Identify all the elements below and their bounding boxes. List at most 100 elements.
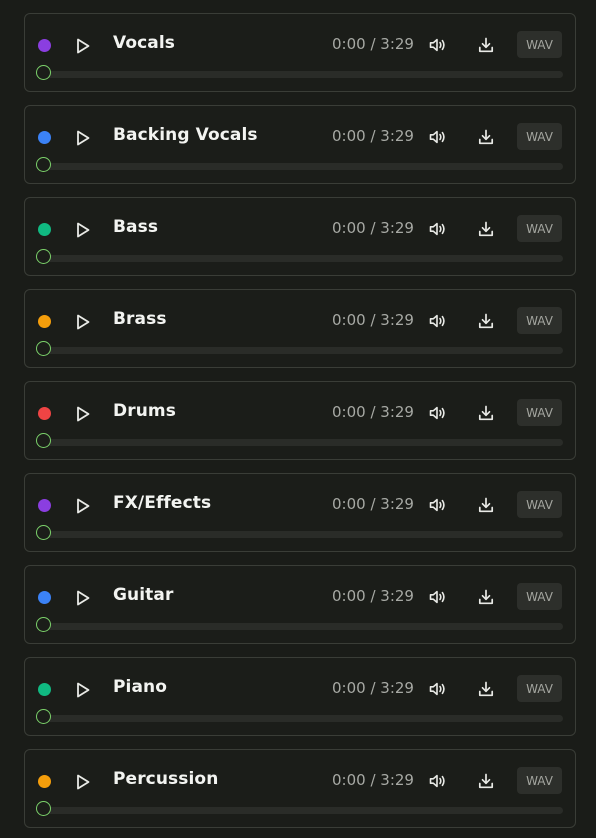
download-icon xyxy=(478,129,494,145)
progress-slider[interactable] xyxy=(36,433,563,448)
time-display: 0:00 / 3:29 xyxy=(332,403,414,421)
play-icon xyxy=(77,314,90,330)
play-button[interactable] xyxy=(74,36,92,56)
play-icon xyxy=(77,130,90,146)
stem-name: Bass xyxy=(113,217,159,237)
format-badge[interactable]: WAV xyxy=(517,583,562,610)
volume-icon xyxy=(429,406,445,420)
download-icon xyxy=(478,773,494,789)
format-badge[interactable]: WAV xyxy=(517,215,562,242)
format-badge[interactable]: WAV xyxy=(517,307,562,334)
stem-color-dot xyxy=(38,315,51,328)
format-badge[interactable]: WAV xyxy=(517,31,562,58)
download-button[interactable] xyxy=(476,311,496,331)
progress-slider[interactable] xyxy=(36,617,563,632)
format-badge[interactable]: WAV xyxy=(517,123,562,150)
progress-thumb[interactable] xyxy=(36,709,51,724)
progress-thumb[interactable] xyxy=(36,801,51,816)
stem-name: Brass xyxy=(113,309,167,329)
download-button[interactable] xyxy=(476,403,496,423)
progress-slider[interactable] xyxy=(36,801,563,816)
play-button[interactable] xyxy=(74,588,92,608)
volume-icon xyxy=(429,314,445,328)
play-icon xyxy=(77,38,90,54)
play-button[interactable] xyxy=(74,496,92,516)
download-button[interactable] xyxy=(476,127,496,147)
play-icon xyxy=(77,774,90,790)
progress-slider[interactable] xyxy=(36,157,563,172)
stem-track: Backing Vocals 0:00 / 3:29 WAV xyxy=(24,105,576,184)
progress-slider[interactable] xyxy=(36,249,563,264)
stem-color-dot xyxy=(38,683,51,696)
time-display: 0:00 / 3:29 xyxy=(332,311,414,329)
stem-track: Drums 0:00 / 3:29 WAV xyxy=(24,381,576,460)
volume-icon xyxy=(429,682,445,696)
stem-track: Bass 0:00 / 3:29 WAV xyxy=(24,197,576,276)
download-button[interactable] xyxy=(476,771,496,791)
stem-color-dot xyxy=(38,223,51,236)
volume-icon xyxy=(429,130,445,144)
download-icon xyxy=(478,405,494,421)
play-button[interactable] xyxy=(74,220,92,240)
stem-track: FX/Effects 0:00 / 3:29 WAV xyxy=(24,473,576,552)
play-icon xyxy=(77,498,90,514)
volume-icon xyxy=(429,222,445,236)
progress-thumb[interactable] xyxy=(36,433,51,448)
progress-thumb[interactable] xyxy=(36,65,51,80)
stem-color-dot xyxy=(38,591,51,604)
time-display: 0:00 / 3:29 xyxy=(332,587,414,605)
download-icon xyxy=(478,313,494,329)
download-icon xyxy=(478,681,494,697)
format-badge[interactable]: WAV xyxy=(517,491,562,518)
stem-name: Percussion xyxy=(113,769,219,789)
stem-track: Percussion 0:00 / 3:29 WAV xyxy=(24,749,576,828)
volume-button[interactable] xyxy=(428,588,448,606)
time-display: 0:00 / 3:29 xyxy=(332,679,414,697)
play-button[interactable] xyxy=(74,680,92,700)
stem-name: Guitar xyxy=(113,585,174,605)
stem-track: Brass 0:00 / 3:29 WAV xyxy=(24,289,576,368)
format-badge[interactable]: WAV xyxy=(517,399,562,426)
progress-thumb[interactable] xyxy=(36,157,51,172)
play-button[interactable] xyxy=(74,312,92,332)
stem-color-dot xyxy=(38,775,51,788)
volume-icon xyxy=(429,774,445,788)
download-button[interactable] xyxy=(476,35,496,55)
progress-slider[interactable] xyxy=(36,709,563,724)
download-button[interactable] xyxy=(476,495,496,515)
stem-name: Backing Vocals xyxy=(113,125,258,145)
volume-button[interactable] xyxy=(428,36,448,54)
volume-button[interactable] xyxy=(428,220,448,238)
progress-thumb[interactable] xyxy=(36,617,51,632)
stem-name: FX/Effects xyxy=(113,493,212,513)
volume-button[interactable] xyxy=(428,496,448,514)
volume-button[interactable] xyxy=(428,772,448,790)
progress-thumb[interactable] xyxy=(36,525,51,540)
volume-icon xyxy=(429,498,445,512)
stem-track: Guitar 0:00 / 3:29 WAV xyxy=(24,565,576,644)
progress-thumb[interactable] xyxy=(36,341,51,356)
progress-slider[interactable] xyxy=(36,341,563,356)
volume-button[interactable] xyxy=(428,312,448,330)
play-button[interactable] xyxy=(74,128,92,148)
volume-button[interactable] xyxy=(428,680,448,698)
stem-name: Vocals xyxy=(113,33,176,53)
volume-button[interactable] xyxy=(428,128,448,146)
format-badge[interactable]: WAV xyxy=(517,675,562,702)
download-button[interactable] xyxy=(476,679,496,699)
volume-icon xyxy=(429,590,445,604)
play-button[interactable] xyxy=(74,404,92,424)
progress-slider[interactable] xyxy=(36,65,563,80)
play-button[interactable] xyxy=(74,772,92,792)
time-display: 0:00 / 3:29 xyxy=(332,771,414,789)
volume-button[interactable] xyxy=(428,404,448,422)
progress-thumb[interactable] xyxy=(36,249,51,264)
format-badge[interactable]: WAV xyxy=(517,767,562,794)
stem-name: Piano xyxy=(113,677,168,697)
play-icon xyxy=(77,590,90,606)
download-button[interactable] xyxy=(476,587,496,607)
volume-icon xyxy=(429,38,445,52)
download-button[interactable] xyxy=(476,219,496,239)
progress-slider[interactable] xyxy=(36,525,563,540)
stem-track: Piano 0:00 / 3:29 WAV xyxy=(24,657,576,736)
